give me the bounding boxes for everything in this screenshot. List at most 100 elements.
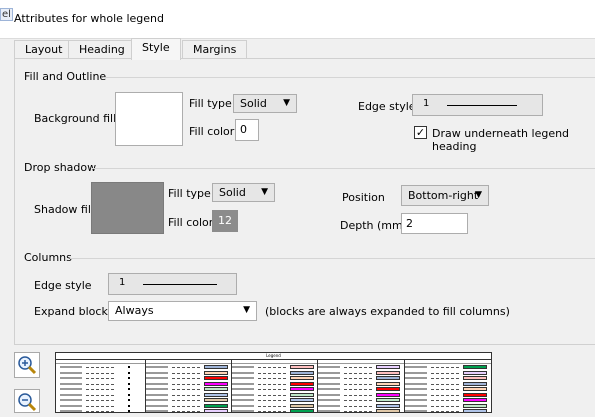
legend-preview: Legend [55, 352, 492, 413]
preview-swatch [290, 403, 314, 408]
preview-entry-text [60, 399, 82, 401]
preview-entry-line [431, 389, 459, 390]
preview-entry-text [405, 393, 427, 396]
preview-entry-text [60, 410, 82, 412]
depth-field[interactable]: 2 [401, 213, 468, 234]
edge-style-number: 1 [423, 98, 430, 109]
preview-entry-text [146, 377, 168, 379]
tab-style[interactable]: Style [131, 38, 181, 60]
position-select[interactable]: Bottom-right ▼ [401, 185, 489, 206]
shadow-fill-type-value: Solid [219, 186, 246, 199]
preview-entry-text [60, 366, 82, 368]
preview-swatch [290, 376, 314, 380]
preview-entry-line [172, 383, 200, 385]
preview-entry-line [172, 378, 200, 379]
preview-entry-line [431, 378, 459, 379]
preview-swatch [376, 392, 400, 397]
preview-entry-line [431, 405, 459, 407]
preview-swatch [463, 365, 487, 369]
position-label: Position [342, 191, 385, 204]
preview-swatch [204, 398, 228, 402]
preview-marker [128, 399, 130, 401]
preview-entry-line [344, 372, 372, 374]
preview-entry-text [318, 410, 340, 412]
columns-edge-style-button[interactable]: 1 [108, 273, 237, 295]
preview-entry-text [60, 371, 82, 374]
preview-entry-line [258, 372, 286, 374]
help-icon[interactable]: el [0, 8, 13, 21]
tab-layout[interactable]: Layout [14, 40, 74, 59]
edge-style-number: 1 [119, 277, 126, 288]
preview-swatch [376, 381, 400, 386]
background-fill-swatch[interactable] [115, 92, 183, 146]
preview-entry-line [172, 411, 200, 412]
shadow-fill-type-select[interactable]: Solid ▼ [212, 183, 275, 202]
preview-entry-text [146, 388, 168, 390]
preview-entry-text [232, 366, 254, 368]
fill-edge-style-label: Edge style [358, 100, 416, 113]
preview-entry-line [431, 367, 459, 368]
preview-entry-line [431, 372, 459, 374]
preview-entry-line [172, 367, 200, 368]
preview-marker [128, 388, 130, 390]
preview-entry-line [86, 405, 114, 407]
preview-entry-text [146, 404, 168, 407]
columns-divider [70, 258, 595, 259]
preview-entry-text [60, 382, 82, 385]
fill-edge-style-button[interactable]: 1 [412, 94, 543, 116]
preview-entry-text [232, 399, 254, 401]
columns-edge-style-label: Edge style [34, 279, 92, 292]
preview-entry-line [431, 383, 459, 385]
preview-entry-text [146, 382, 168, 385]
expand-blocks-note: (blocks are always expanded to fill colu… [265, 305, 510, 318]
shadow-fill-label: Shadow fill [34, 203, 94, 216]
tab-margins[interactable]: Margins [182, 40, 248, 59]
preview-entry-line [86, 367, 114, 368]
tab-heading[interactable]: Heading [68, 40, 136, 59]
preview-swatch [204, 409, 228, 412]
shadow-fill-color-field[interactable]: 12 [212, 210, 238, 232]
preview-entry-text [60, 388, 82, 390]
preview-entry-text [318, 399, 340, 401]
preview-entry-line [431, 394, 459, 396]
preview-swatch [204, 370, 228, 375]
preview-entry-line [172, 405, 200, 407]
draw-underneath-label: Draw underneath legend heading [432, 127, 570, 153]
expand-blocks-value: Always [115, 304, 154, 317]
preview-entry-text [318, 382, 340, 385]
preview-entry-line [344, 378, 372, 379]
preview-entry-text [232, 382, 254, 385]
preview-swatch [290, 365, 314, 369]
preview-marker [128, 366, 130, 368]
preview-entry-line [431, 411, 459, 412]
preview-entry-line [172, 372, 200, 374]
preview-swatch [376, 370, 400, 375]
preview-entry-text [60, 377, 82, 379]
preview-entry-line [172, 400, 200, 401]
bg-fill-type-select[interactable]: Solid ▼ [233, 94, 297, 113]
preview-marker [128, 393, 130, 396]
preview-entry-line [344, 405, 372, 407]
preview-entry-line [344, 389, 372, 390]
preview-entry-text [232, 404, 254, 407]
preview-entry-line [344, 394, 372, 396]
zoom-in-icon [18, 356, 37, 375]
bg-fill-type-value: Solid [240, 97, 267, 110]
preview-swatch [376, 398, 400, 402]
zoom-out-icon [18, 393, 37, 412]
preview-entry-text [60, 404, 82, 407]
preview-entry-text [232, 410, 254, 412]
expand-blocks-select[interactable]: Always ▼ [108, 301, 257, 321]
preview-swatch [463, 370, 487, 375]
zoom-out-button[interactable] [14, 389, 40, 413]
bg-fill-color-field[interactable]: 0 [235, 119, 259, 141]
preview-entry-line [258, 405, 286, 407]
preview-entry-line [258, 383, 286, 385]
preview-entry-text [318, 393, 340, 396]
preview-swatch [290, 392, 314, 397]
draw-underneath-checkbox[interactable]: ✓ [414, 126, 427, 139]
shadow-fill-swatch[interactable] [91, 182, 164, 234]
zoom-in-button[interactable] [14, 352, 40, 378]
preview-entry-text [405, 399, 427, 401]
shadow-fill-color-label: Fill color [168, 216, 214, 229]
